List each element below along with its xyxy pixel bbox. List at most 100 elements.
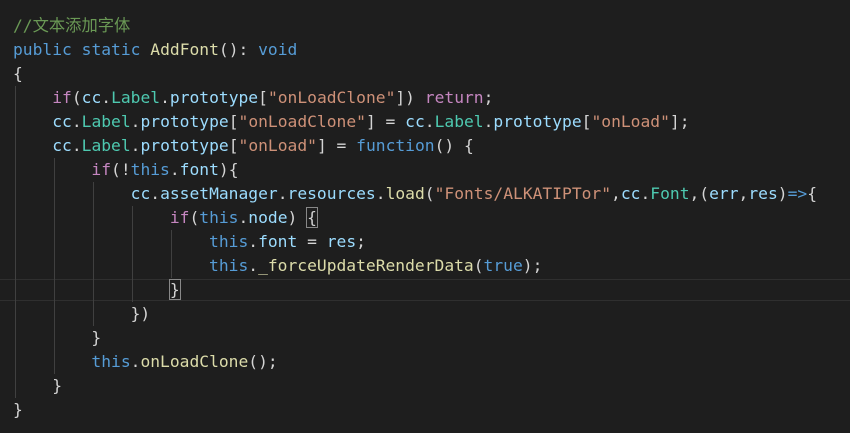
- code-token-var: assetManager: [160, 184, 278, 203]
- code-line-9[interactable]: if(this.node) {: [13, 206, 318, 230]
- code-token-type: Font: [650, 184, 690, 203]
- code-token-plain: (!: [111, 160, 131, 179]
- code-line-1[interactable]: //文本添加字体: [13, 14, 130, 38]
- code-token-var: resources: [287, 184, 376, 203]
- code-token-plain: .: [150, 184, 161, 203]
- code-token-func: _forceUpdateRenderData: [258, 256, 474, 275]
- code-line-3[interactable]: {: [13, 62, 23, 86]
- code-token-string: "onLoad": [238, 136, 317, 155]
- code-token-plain: ): [287, 208, 308, 227]
- code-token-var: cc: [81, 88, 102, 107]
- code-token-plain: ,: [611, 184, 621, 203]
- code-line-12[interactable]: }: [13, 278, 181, 302]
- code-token-keyword: =>: [787, 184, 808, 203]
- code-token-control: if: [52, 88, 72, 107]
- code-token-plain: }: [13, 328, 102, 347]
- code-token-var: prototype: [140, 136, 229, 155]
- code-token-plain: .: [101, 88, 112, 107]
- code-token-plain: ){: [218, 160, 239, 179]
- code-token-plain: .: [640, 184, 651, 203]
- code-token-plain: }: [13, 400, 23, 419]
- code-token-plain: {: [13, 64, 23, 83]
- code-line-2[interactable]: public static AddFont(): void: [13, 38, 297, 62]
- code-token-control: if: [91, 160, 112, 179]
- code-token-var: cc: [405, 112, 425, 131]
- code-token-plain: ;: [483, 88, 494, 107]
- code-token-plain: .: [160, 88, 170, 107]
- code-token-plain: .: [71, 112, 82, 131]
- code-token-control: if: [169, 208, 190, 227]
- code-token-plain: .: [375, 184, 386, 203]
- code-token-var: font: [179, 160, 219, 179]
- code-token-plain: [: [228, 136, 239, 155]
- code-token-plain: [: [258, 88, 268, 107]
- code-token-plain: ,(: [689, 184, 710, 203]
- code-token-keyword: this: [199, 208, 239, 227]
- code-token-type: Label: [111, 88, 161, 107]
- code-token-plain: .: [130, 112, 141, 131]
- code-token-var: res: [748, 184, 778, 203]
- code-line-14[interactable]: }: [13, 326, 101, 350]
- code-line-11[interactable]: this._forceUpdateRenderData(true);: [13, 254, 542, 278]
- code-token-plain: ():: [218, 40, 259, 59]
- code-token-control: return: [424, 88, 484, 107]
- code-token-plain: ();: [248, 352, 278, 371]
- code-token-plain: [: [581, 112, 592, 131]
- code-token-keyword: public: [13, 40, 72, 59]
- code-line-7[interactable]: if(!this.font){: [13, 158, 239, 182]
- code-token-plain: =: [297, 232, 327, 251]
- code-token-plain: ;: [356, 232, 366, 251]
- code-token-keyword: this: [209, 256, 249, 275]
- code-token-plain: .: [238, 208, 249, 227]
- code-token-plain: (: [189, 208, 200, 227]
- code-line-8[interactable]: cc.assetManager.resources.load("Fonts/AL…: [13, 182, 817, 206]
- code-token-plain: .: [248, 256, 259, 275]
- code-token-var: cc: [52, 136, 72, 155]
- code-token-plain: .: [130, 352, 141, 371]
- code-token-string: "Fonts/ALKATIPTor": [434, 184, 612, 203]
- code-token-type: Label: [434, 112, 484, 131]
- code-line-5[interactable]: cc.Label.prototype["onLoadClone"] = cc.L…: [13, 110, 690, 134]
- code-line-6[interactable]: cc.Label.prototype["onLoad"] = function(…: [13, 134, 474, 158]
- code-token-plain: {: [807, 184, 817, 203]
- code-token-type: Label: [81, 136, 131, 155]
- code-line-17[interactable]: }: [13, 398, 23, 422]
- code-token-plain: }: [13, 376, 63, 395]
- code-token-string: "onLoadClone": [238, 112, 366, 131]
- code-line-4[interactable]: if(cc.Label.prototype["onLoadClone"]) re…: [13, 86, 493, 110]
- code-token-plain: .: [277, 184, 288, 203]
- code-token-func: load: [385, 184, 425, 203]
- code-token-var: node: [248, 208, 288, 227]
- code-token-plain: ];: [669, 112, 690, 131]
- code-token-plain: (: [424, 184, 435, 203]
- code-token-plain: );: [522, 256, 543, 275]
- code-token-plain: [: [228, 112, 239, 131]
- code-token-keyword: this: [209, 232, 249, 251]
- code-token-keyword: static: [81, 40, 141, 59]
- code-token-var: cc: [52, 112, 72, 131]
- code-token-var: font: [258, 232, 298, 251]
- code-line-16[interactable]: }: [13, 374, 62, 398]
- code-token-var: prototype: [169, 88, 259, 107]
- code-token-func: AddFont: [150, 40, 219, 59]
- code-token-keyword: this: [91, 352, 131, 371]
- code-token-plain: ): [777, 184, 788, 203]
- code-line-13[interactable]: }): [13, 302, 151, 326]
- code-token-keyword: true: [483, 256, 523, 275]
- code-editor[interactable]: //文本添加字体 public static AddFont(): void {…: [0, 0, 850, 433]
- code-token-func: onLoadClone: [140, 352, 249, 371]
- code-token-plain: (: [71, 88, 82, 107]
- code-token-var: prototype: [493, 112, 582, 131]
- code-token-var: err: [709, 184, 739, 203]
- code-line-10[interactable]: this.font = res;: [13, 230, 366, 254]
- code-line-15[interactable]: this.onLoadClone();: [13, 350, 278, 374]
